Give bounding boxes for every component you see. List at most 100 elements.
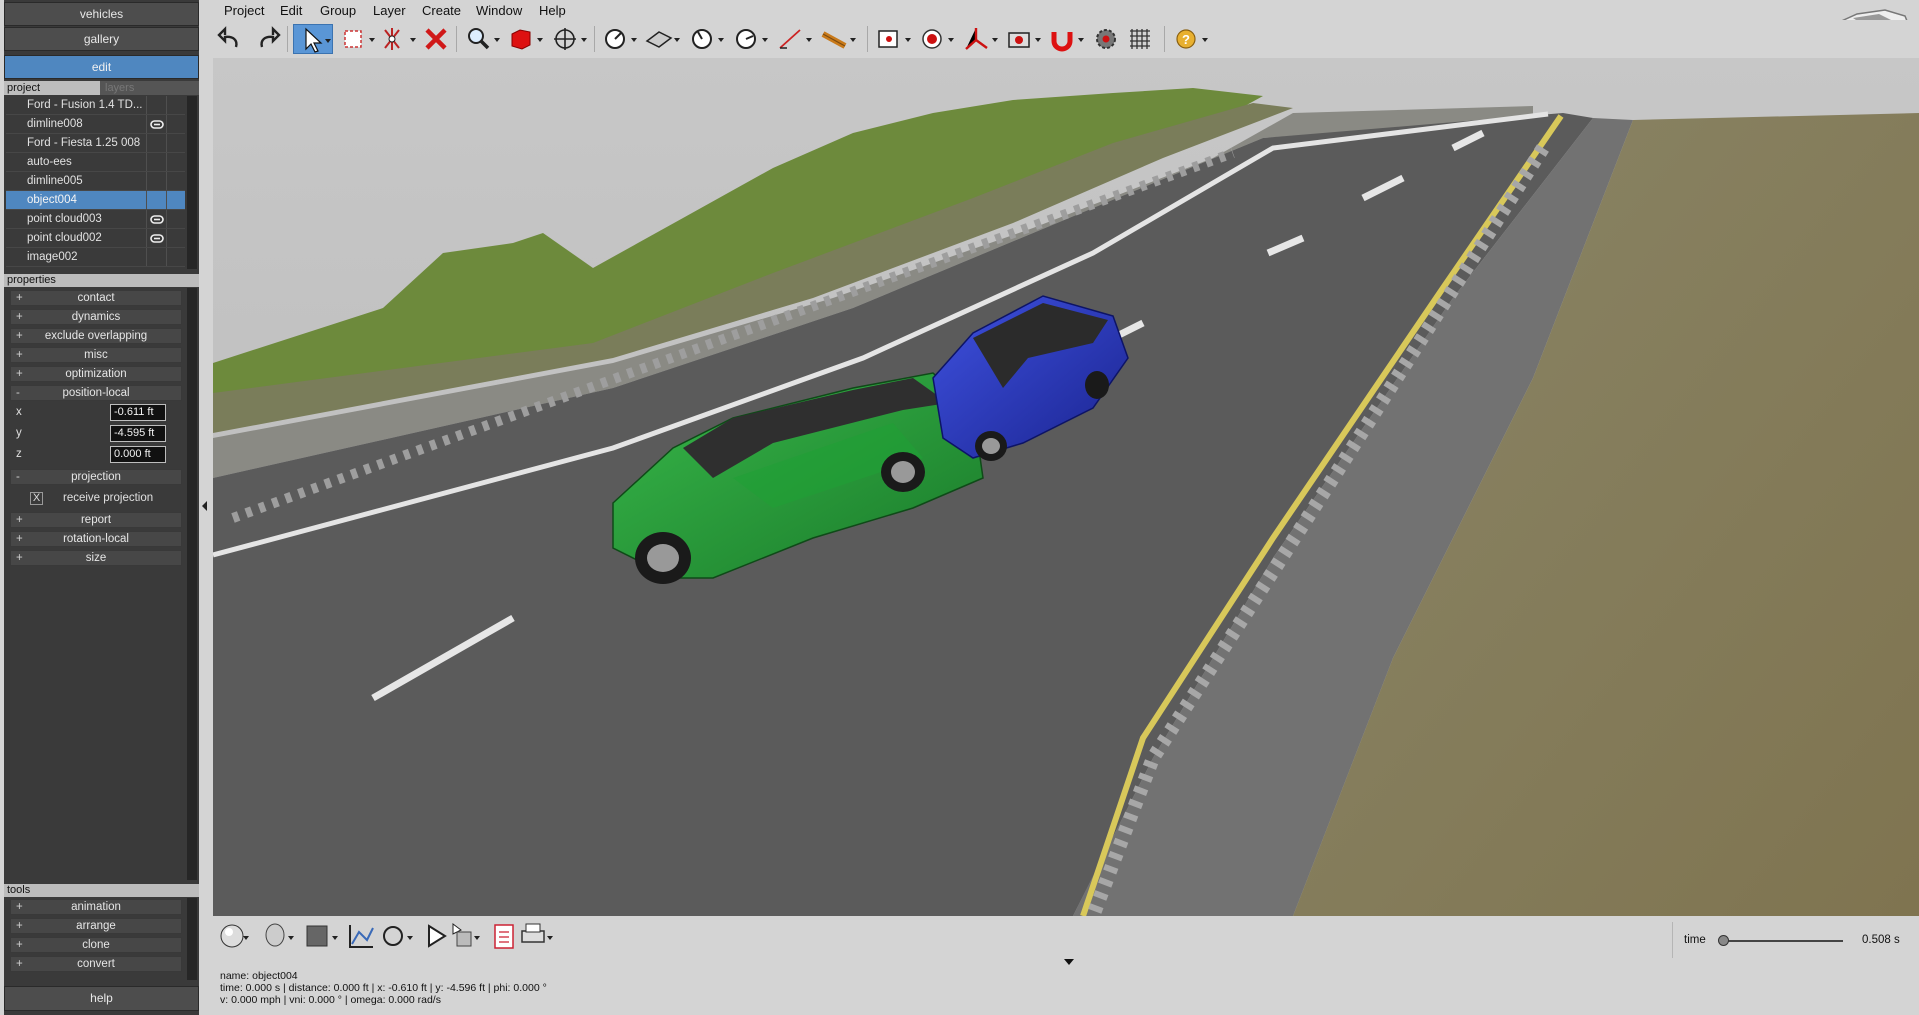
group-contact[interactable]: + contact	[10, 290, 182, 306]
delete-button[interactable]	[420, 24, 452, 54]
project-item[interactable]: image002	[6, 248, 185, 267]
project-item[interactable]: Ford - Fusion 1.4 TD...	[6, 96, 185, 115]
group-label: clone	[82, 939, 110, 951]
group-optimization[interactable]: + optimization	[10, 366, 182, 382]
group-size[interactable]: + size	[10, 550, 182, 566]
surface-button[interactable]	[643, 24, 683, 54]
zoom-button[interactable]	[463, 24, 503, 54]
group-label: projection	[71, 471, 121, 483]
help-tool-button[interactable]: ?	[1171, 24, 1211, 54]
undo-button[interactable]	[215, 24, 247, 54]
3d-viewport[interactable]	[213, 58, 1919, 916]
position-x-row: x -0.611 ft	[10, 403, 182, 422]
menu-bar: Project Edit Group Layer Create Window H…	[211, 0, 1919, 46]
bottom-toolbar	[220, 923, 553, 949]
project-item[interactable]: auto-ees	[6, 153, 185, 172]
tools-scrollbar[interactable]	[187, 898, 197, 980]
link-icon[interactable]	[150, 120, 164, 129]
record-button[interactable]	[917, 24, 957, 54]
link-icon[interactable]	[150, 234, 164, 243]
select-tool-button[interactable]	[293, 24, 333, 54]
tab-project[interactable]: project	[4, 81, 100, 95]
time-slider-track[interactable]	[1723, 940, 1843, 942]
tool-arrange[interactable]: + arrange	[10, 918, 182, 934]
dial-button[interactable]	[687, 24, 727, 54]
group-dynamics[interactable]: + dynamics	[10, 309, 182, 325]
project-list: Ford - Fusion 1.4 TD... dimline008 Ford - …	[6, 96, 185, 267]
project-item[interactable]: object004	[6, 191, 185, 210]
group-label: rotation-local	[63, 533, 129, 545]
menu-group[interactable]: Group	[320, 3, 356, 18]
settings-button[interactable]	[1090, 24, 1122, 54]
project-scrollbar[interactable]	[187, 96, 197, 269]
print-icon[interactable]	[521, 923, 553, 943]
measure-angle-button[interactable]	[600, 24, 640, 54]
menu-window[interactable]: Window	[476, 3, 522, 18]
expand-icon: +	[16, 292, 23, 304]
time-slider-thumb[interactable]	[1718, 935, 1729, 946]
group-position-local[interactable]: - position-local	[10, 385, 182, 401]
redo-button[interactable]	[251, 24, 283, 54]
group-label: report	[80, 514, 112, 526]
menu-edit[interactable]: Edit	[280, 3, 302, 18]
group-exclude-overlapping[interactable]: + exclude overlapping	[10, 328, 182, 344]
project-item-label: Ford - Fiesta 1.25 008	[27, 137, 141, 149]
scene-render[interactable]	[213, 58, 1919, 916]
column-divider	[146, 210, 147, 228]
menu-project[interactable]: Project	[224, 3, 264, 18]
camera-target-button[interactable]	[874, 24, 914, 54]
report-icon[interactable]	[494, 924, 514, 949]
graph-icon[interactable]	[349, 925, 374, 948]
project-item[interactable]: Ford - Fiesta 1.25 008	[6, 134, 185, 153]
project-item-label: point cloud003	[27, 213, 102, 225]
vertex-tool-button[interactable]	[379, 24, 419, 54]
vehicles-button[interactable]: vehicles	[4, 2, 199, 26]
group-misc[interactable]: + misc	[10, 347, 182, 363]
group-report[interactable]: + report	[10, 512, 182, 528]
properties-scrollbar[interactable]	[187, 288, 197, 880]
pan-button[interactable]	[550, 24, 590, 54]
group-projection[interactable]: - projection	[10, 469, 182, 485]
grid-button[interactable]	[1124, 24, 1156, 54]
project-item[interactable]: point cloud003	[6, 210, 185, 229]
group-label: arrange	[76, 920, 116, 932]
snapshot-button[interactable]	[1004, 24, 1044, 54]
position-y-field[interactable]: -4.595 ft	[110, 425, 166, 442]
snap-magnet-button[interactable]	[1047, 24, 1087, 54]
project-item[interactable]: point cloud002	[6, 229, 185, 248]
receive-projection-checkbox[interactable]: X	[30, 492, 43, 505]
position-x-field[interactable]: -0.611 ft	[110, 404, 166, 421]
play-icon[interactable]	[428, 924, 447, 948]
shading-sphere-icon[interactable]	[220, 924, 249, 948]
project-item[interactable]: dimline005	[6, 172, 185, 191]
svg-text:?: ?	[1182, 32, 1190, 47]
animation-settings-icon[interactable]	[452, 923, 480, 947]
expand-status-icon[interactable]	[1063, 958, 1075, 966]
cursor-arrow-icon	[305, 27, 331, 53]
panel-splitter[interactable]	[199, 0, 211, 1015]
link-icon[interactable]	[150, 215, 164, 224]
menu-help[interactable]: Help	[539, 3, 566, 18]
help-button[interactable]: help	[4, 986, 199, 1011]
speed-gauge-button[interactable]	[731, 24, 771, 54]
solid-view-button[interactable]	[506, 24, 546, 54]
edit-button[interactable]: edit	[4, 55, 199, 79]
group-rotation-local[interactable]: + rotation-local	[10, 531, 182, 547]
tab-layers[interactable]: layers	[102, 81, 199, 95]
path-icon[interactable]	[383, 926, 413, 946]
material-swatch-icon[interactable]	[306, 925, 338, 947]
project-item[interactable]: dimline008	[6, 115, 185, 134]
head-view-icon[interactable]	[265, 923, 294, 947]
tool-convert[interactable]: + convert	[10, 956, 182, 972]
menu-create[interactable]: Create	[422, 3, 461, 18]
collapse-arrow-icon[interactable]	[199, 0, 211, 1015]
axis-button[interactable]	[961, 24, 1001, 54]
dimension-button[interactable]	[775, 24, 815, 54]
tool-clone[interactable]: + clone	[10, 937, 182, 953]
tape-measure-button[interactable]	[819, 24, 859, 54]
menu-layer[interactable]: Layer	[373, 3, 406, 18]
gallery-button[interactable]: gallery	[4, 27, 199, 51]
rectangle-select-button[interactable]	[338, 24, 378, 54]
position-z-field[interactable]: 0.000 ft	[110, 446, 166, 463]
tool-animation[interactable]: + animation	[10, 899, 182, 915]
